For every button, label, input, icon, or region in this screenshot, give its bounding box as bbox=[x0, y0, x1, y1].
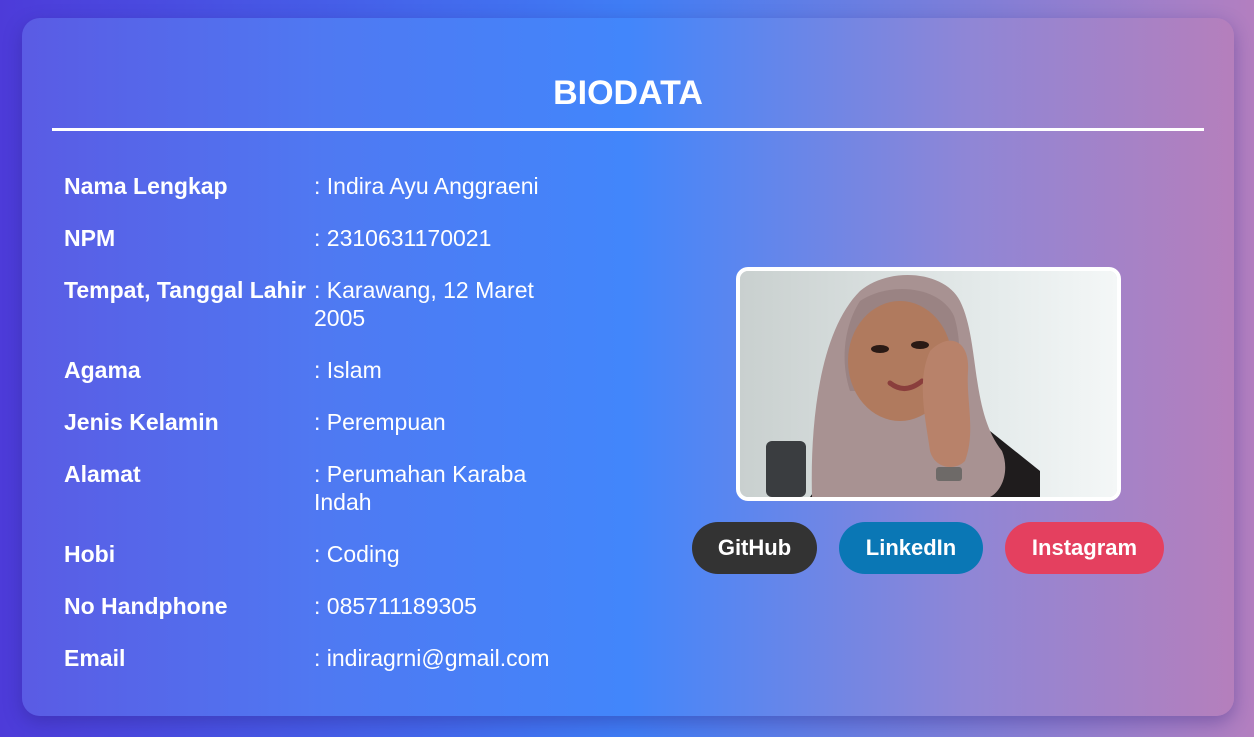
page-title: BIODATA bbox=[553, 74, 703, 112]
field-value: : Karawang, 12 Maret 2005 bbox=[314, 277, 534, 331]
title-divider bbox=[52, 128, 1204, 131]
field-value: : Coding bbox=[314, 541, 400, 567]
biodata-card: BIODATA Nama Lengkap : Indira Ayu Anggra… bbox=[22, 18, 1234, 716]
row-tempat-tanggal-lahir: Tempat, Tanggal Lahir : Karawang, 12 Mar… bbox=[64, 276, 584, 332]
row-nama-lengkap: Nama Lengkap : Indira Ayu Anggraeni bbox=[64, 172, 584, 200]
linkedin-button[interactable]: LinkedIn bbox=[839, 522, 983, 574]
social-links: GitHub LinkedIn Instagram bbox=[692, 522, 1164, 574]
field-label: Nama Lengkap bbox=[64, 173, 228, 199]
row-no-handphone: No Handphone : 085711189305 bbox=[64, 592, 584, 620]
row-agama: Agama : Islam bbox=[64, 356, 584, 384]
field-label: Agama bbox=[64, 357, 141, 383]
field-value: : Indira Ayu Anggraeni bbox=[314, 173, 539, 199]
field-label: No Handphone bbox=[64, 593, 228, 619]
field-label: Jenis Kelamin bbox=[64, 409, 219, 435]
field-value: : 2310631170021 bbox=[314, 225, 492, 251]
field-value: : Perempuan bbox=[314, 409, 446, 435]
field-label: Email bbox=[64, 645, 126, 671]
field-value: : indiragrni@gmail.com bbox=[314, 645, 550, 671]
field-label: NPM bbox=[64, 225, 116, 251]
field-label: Alamat bbox=[64, 461, 141, 487]
instagram-button[interactable]: Instagram bbox=[1005, 522, 1164, 574]
field-label: Tempat, Tanggal Lahir bbox=[64, 277, 306, 303]
field-label: Hobi bbox=[64, 541, 116, 567]
field-value: : 085711189305 bbox=[314, 593, 477, 619]
row-hobi: Hobi : Coding bbox=[64, 540, 584, 568]
row-jenis-kelamin: Jenis Kelamin : Perempuan bbox=[64, 408, 584, 436]
github-button[interactable]: GitHub bbox=[692, 522, 817, 574]
biodata-list: Nama Lengkap : Indira Ayu Anggraeni NPM … bbox=[64, 172, 584, 696]
row-npm: NPM : 2310631170021 bbox=[64, 224, 584, 252]
field-value: : Islam bbox=[314, 357, 382, 383]
profile-photo bbox=[736, 267, 1121, 501]
profile-photo-image bbox=[740, 271, 1117, 497]
row-email: Email : indiragrni@gmail.com bbox=[64, 644, 584, 672]
field-value: : Perumahan Karaba Indah bbox=[314, 461, 527, 515]
row-alamat: Alamat : Perumahan Karaba Indah bbox=[64, 460, 584, 516]
